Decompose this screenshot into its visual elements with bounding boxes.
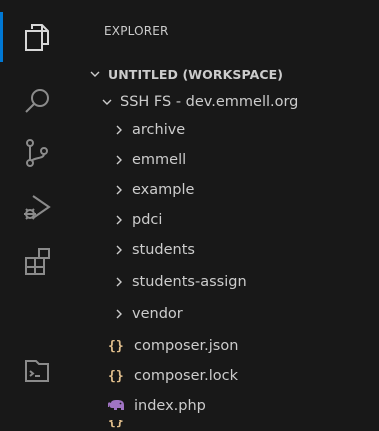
remote-terminal-button[interactable]	[0, 342, 74, 400]
folder-label: pdci	[132, 212, 163, 228]
chevron-down-icon	[88, 67, 102, 81]
folder-label: emmell	[132, 152, 187, 168]
activity-bar	[0, 0, 74, 431]
chevron-right-icon	[112, 153, 126, 167]
explorer-sidebar: EXPLORER UNTITLED (WORKSPACE) SSH FS - d…	[74, 0, 379, 431]
chevron-right-icon	[112, 123, 126, 137]
file-item-composer-lock[interactable]: {} composer.lock	[74, 362, 379, 390]
search-button[interactable]	[0, 72, 74, 130]
folder-item-students[interactable]: students	[74, 236, 379, 264]
folder-label: example	[132, 182, 195, 198]
remote-terminal-icon	[25, 360, 49, 382]
file-item-index-php[interactable]: index.php	[74, 392, 379, 420]
file-item-composer-json[interactable]: {} composer.json	[74, 332, 379, 360]
root-folder-item[interactable]: SSH FS - dev.emmell.org	[74, 88, 379, 116]
explorer-button[interactable]	[0, 8, 74, 66]
chevron-down-icon	[100, 95, 114, 109]
file-label: composer.json	[134, 338, 239, 354]
json-braces-icon: {}	[108, 338, 124, 354]
cutoff-file-label	[134, 420, 324, 424]
folder-item-example[interactable]: example	[74, 176, 379, 204]
folder-label: students-assign	[132, 274, 247, 290]
folder-item-vendor[interactable]: vendor	[74, 300, 379, 328]
file-label: composer.lock	[134, 368, 239, 384]
chevron-right-icon	[112, 275, 126, 289]
explorer-icon	[25, 24, 49, 51]
source-control-icon	[26, 139, 48, 167]
folder-item-emmell[interactable]: emmell	[74, 146, 379, 174]
folder-label: vendor	[132, 306, 183, 322]
sidebar-title: EXPLORER	[104, 24, 169, 38]
folder-item-students-assign[interactable]: students-assign	[74, 268, 379, 296]
chevron-right-icon	[112, 243, 126, 257]
source-control-button[interactable]	[0, 124, 74, 182]
extensions-button[interactable]	[0, 232, 74, 290]
file-label: index.php	[134, 398, 206, 414]
chevron-right-icon	[112, 183, 126, 197]
folder-label: students	[132, 242, 195, 258]
run-debug-icon	[24, 195, 51, 220]
chevron-right-icon	[112, 307, 126, 321]
folder-item-archive[interactable]: archive	[74, 116, 379, 144]
search-icon	[25, 89, 49, 113]
workspace-section-header[interactable]: UNTITLED (WORKSPACE)	[74, 60, 379, 88]
json-braces-icon: {}	[108, 368, 124, 384]
run-debug-button[interactable]	[0, 178, 74, 236]
json-braces-icon: {}	[108, 420, 124, 429]
root-folder-label: SSH FS - dev.emmell.org	[120, 94, 299, 110]
vscode-window: EXPLORER UNTITLED (WORKSPACE) SSH FS - d…	[0, 0, 379, 431]
folder-label: archive	[132, 122, 186, 138]
folder-item-pdci[interactable]: pdci	[74, 206, 379, 234]
chevron-right-icon	[112, 213, 126, 227]
php-elephant-icon	[108, 399, 128, 413]
workspace-label: UNTITLED (WORKSPACE)	[108, 66, 284, 82]
file-item-cutoff[interactable]: {}	[74, 420, 379, 431]
extensions-icon	[25, 248, 50, 275]
